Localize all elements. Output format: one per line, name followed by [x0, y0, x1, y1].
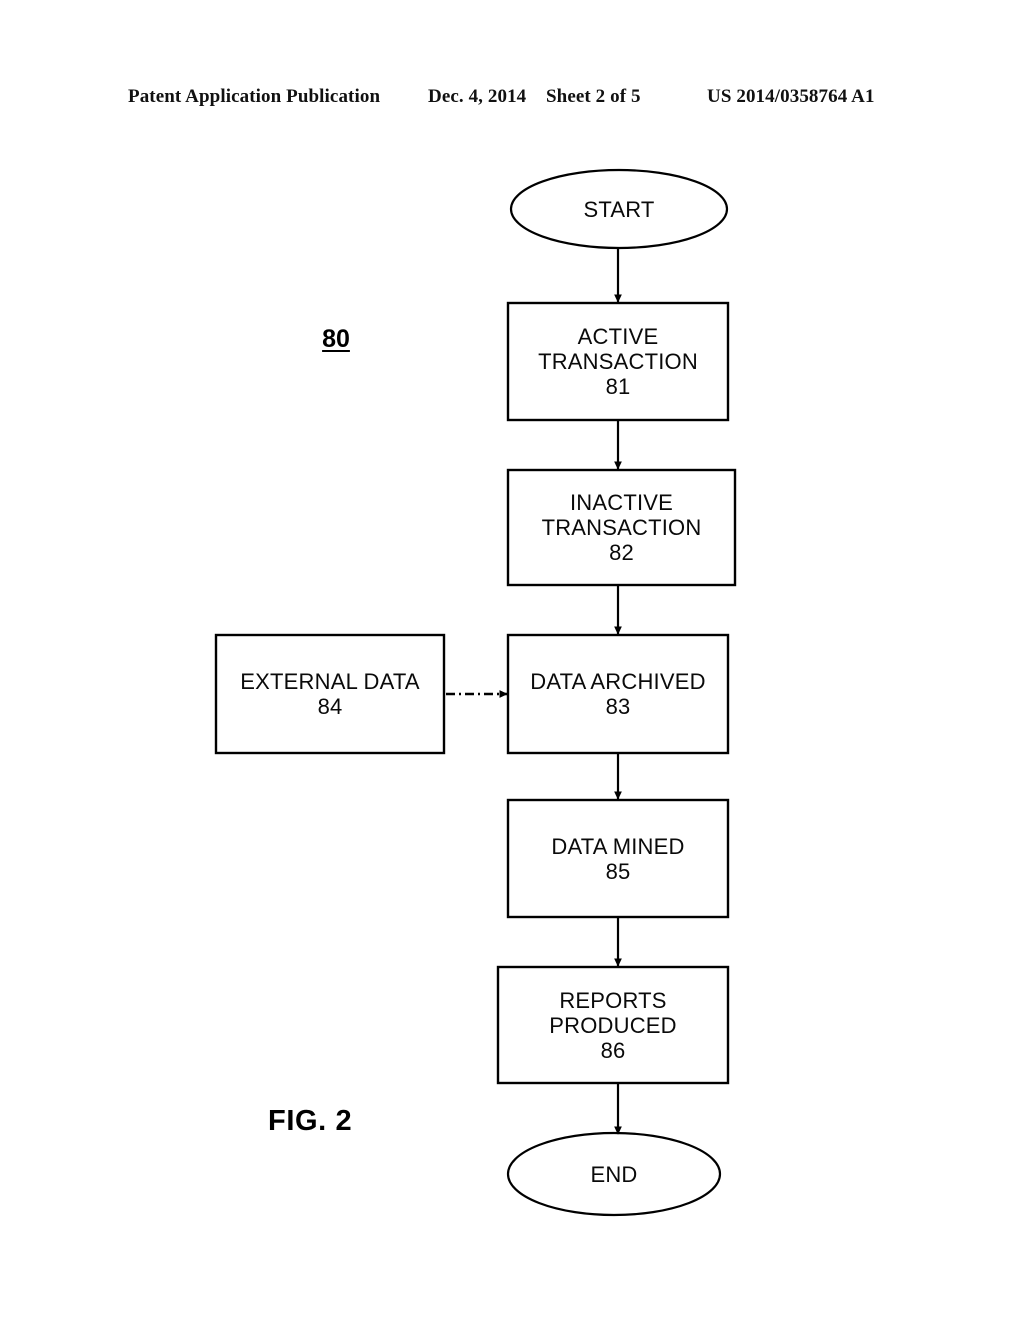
active-transaction-node-label: ACTIVE TRANSACTION 81	[508, 303, 728, 420]
external-data-line-1: EXTERNAL DATA	[240, 669, 420, 694]
end-node-line-1: END	[590, 1161, 638, 1187]
active-transaction-line-2: TRANSACTION	[538, 349, 698, 374]
data-mined-line-2: 85	[605, 858, 631, 884]
active-transaction-line-1: ACTIVE	[577, 324, 659, 349]
reports-produced-node-label: REPORTS PRODUCED 86	[498, 967, 728, 1083]
start-node-label: START	[511, 170, 727, 248]
data-archived-line-2: 83	[605, 694, 631, 719]
reports-produced-line-2: PRODUCED	[549, 1012, 677, 1038]
active-transaction-line-3: 81	[605, 374, 631, 399]
inactive-transaction-line-2: TRANSACTION	[541, 515, 702, 540]
reports-produced-line-3: 86	[600, 1037, 626, 1063]
figure-2-flowchart: START ACTIVE TRANSACTION 81 INACTIVE TRA…	[0, 0, 1024, 1320]
external-data-line-2: 84	[317, 694, 343, 719]
inactive-transaction-node-label: INACTIVE TRANSACTION 82	[508, 470, 735, 585]
inactive-transaction-line-3: 82	[609, 540, 634, 565]
reports-produced-line-1: REPORTS	[559, 987, 667, 1013]
inactive-transaction-line-1: INACTIVE	[569, 490, 674, 515]
end-node-label: END	[508, 1133, 720, 1215]
data-archived-node-label: DATA ARCHIVED 83	[508, 635, 728, 753]
data-mined-node-label: DATA MINED 85	[508, 800, 728, 917]
data-mined-line-1: DATA MINED	[551, 833, 685, 859]
figure-reference-numeral-80: 80	[322, 325, 350, 353]
start-node-line-1: START	[583, 196, 655, 222]
data-archived-line-1: DATA ARCHIVED	[530, 669, 706, 694]
external-data-node-label: EXTERNAL DATA 84	[216, 635, 444, 753]
figure-caption: FIG. 2	[268, 1105, 353, 1137]
